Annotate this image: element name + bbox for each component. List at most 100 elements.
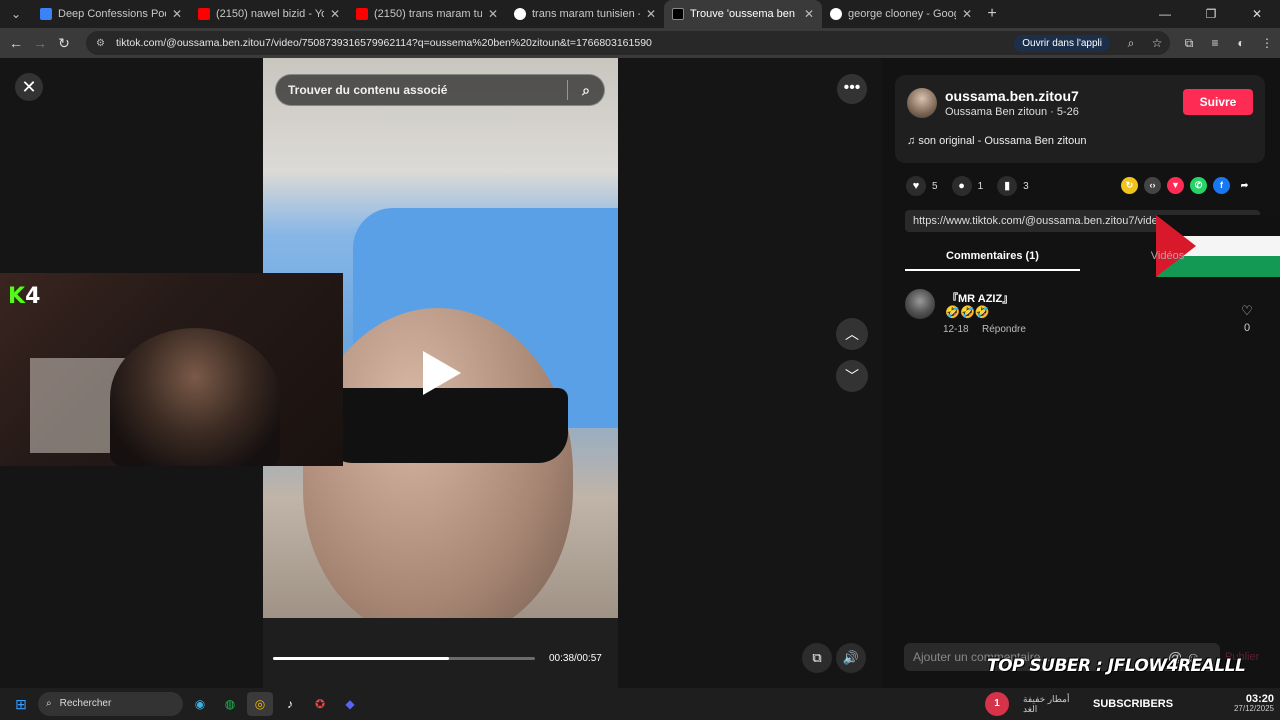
close-tab-icon[interactable]: ✕ — [488, 7, 498, 21]
reload-icon[interactable]: ↻ — [52, 35, 76, 52]
spotify-icon[interactable]: ◍ — [217, 692, 243, 716]
video-progress-bar[interactable] — [273, 657, 535, 660]
media-icon[interactable]: ≡ — [1202, 36, 1228, 50]
author-subtitle: Oussama Ben zitoun · 5-26 — [945, 106, 1079, 118]
back-arrow-icon[interactable]: ← — [4, 35, 28, 51]
tab-title: (2150) trans maram tunisien - Y — [374, 8, 482, 20]
address-bar-row: ← → ↻ ⚙ tiktok.com/@oussama.ben.zitou7/v… — [0, 28, 1280, 58]
related-search-input[interactable]: Trouver du contenu associé ⌕ — [275, 74, 605, 106]
close-tab-icon[interactable]: ✕ — [646, 7, 656, 21]
close-tab-icon[interactable]: ✕ — [330, 7, 340, 21]
discord-icon[interactable]: ◆ — [337, 692, 363, 716]
notification-badge[interactable]: 1 — [985, 692, 1009, 716]
subscribers-label: SUBSCRIBERS — [1093, 698, 1174, 710]
tab-3[interactable]: (2150) trans maram tunisien - Y ✕ — [348, 0, 506, 28]
taskbar-search[interactable]: ⌕ Rechercher — [38, 692, 183, 716]
youtube-icon — [198, 8, 210, 20]
tab-list-chevron-icon[interactable]: ⌄ — [4, 4, 28, 24]
picture-in-picture-icon[interactable]: ⧉ — [802, 643, 832, 673]
send-to-friends-icon[interactable]: ▼ — [1167, 177, 1184, 194]
embed-icon[interactable]: ‹› — [1144, 177, 1161, 194]
stream-overlay-top-suber: TOP SUBER : JFLOW4REALLL — [987, 656, 1246, 676]
commenter-avatar[interactable] — [905, 289, 935, 319]
tab-2[interactable]: (2150) nawel bizid - YouTube ✕ — [190, 0, 348, 28]
video-frame-sunglasses — [323, 388, 568, 463]
music-title: son original - Oussama Ben zitoun — [918, 135, 1087, 147]
volume-icon[interactable]: 🔊 — [836, 643, 866, 673]
play-icon[interactable] — [423, 351, 461, 395]
zoom-icon[interactable]: ⌕ — [1118, 36, 1144, 51]
clock-date: 27/12/2025 — [1233, 704, 1274, 713]
next-video-chevron-down-icon[interactable]: ﹀ — [836, 360, 868, 392]
minimize-icon[interactable]: — — [1142, 0, 1188, 28]
windows-taskbar: ⊞ ⌕ Rechercher ◉ ◍ ◎ ♪ ✪ ◆ 1 أمطار خفيفة … — [0, 688, 1280, 720]
tab-5-active[interactable]: Trouve 'oussema ben zitoun' su ✕ — [664, 0, 822, 28]
windows-start-icon[interactable]: ⊞ — [4, 696, 38, 713]
comment-stat[interactable]: ● 1 — [951, 176, 983, 196]
comment-heart-icon[interactable]: ♡ — [1237, 303, 1257, 319]
bookmark-star-icon[interactable]: ☆ — [1144, 36, 1170, 50]
share-arrow-icon[interactable]: ➦ — [1236, 177, 1253, 194]
kick-logo: K4 — [8, 284, 40, 309]
search-icon: ⌕ — [46, 698, 52, 709]
author-username[interactable]: oussama.ben.zitou7 — [945, 88, 1079, 104]
extensions-icon[interactable]: ⧉ — [1176, 36, 1202, 51]
tab-6[interactable]: george clooney - Google Searc ✕ — [822, 0, 980, 28]
save-count: 3 — [1023, 180, 1029, 192]
tab-1[interactable]: Deep Confessions Podcast | Bal ✕ — [32, 0, 190, 28]
previous-video-chevron-up-icon[interactable]: ︿ — [836, 318, 868, 350]
video-time: 00:38/00:57 — [549, 653, 602, 664]
kick-badge-number: 4 — [25, 284, 41, 309]
author-avatar[interactable] — [907, 88, 937, 118]
search-icon[interactable]: ⌕ — [568, 82, 604, 99]
site-info-icon[interactable]: ⚙ — [96, 38, 108, 49]
streamer-webcam: K4 — [0, 273, 343, 466]
bookmark-icon: ▮ — [997, 176, 1018, 196]
close-tab-icon[interactable]: ✕ — [804, 7, 814, 21]
browser-menu-icon[interactable]: ⋮ — [1254, 36, 1280, 50]
tab-comments[interactable]: Commentaires (1) — [905, 243, 1080, 271]
new-tab-plus-icon[interactable]: + — [980, 5, 1004, 23]
commenter-name[interactable]: 『MR AZIZ』 — [947, 290, 1013, 306]
comment-text: 🤣🤣🤣 — [945, 305, 990, 319]
tiktok-icon — [672, 8, 684, 20]
weather-widget[interactable]: أمطار خفيفة الغد — [1023, 694, 1083, 714]
chrome-icon[interactable]: ◎ — [247, 692, 273, 716]
tab-4[interactable]: trans maram tunisien - Googl ✕ — [506, 0, 664, 28]
system-clock[interactable]: 03:20 27/12/2025 — [1234, 694, 1274, 714]
comment-bubble-icon: ● — [951, 176, 972, 196]
tab-title: trans maram tunisien - Googl — [532, 8, 640, 20]
edge-icon[interactable]: ◉ — [187, 692, 213, 716]
reply-button[interactable]: Répondre — [982, 324, 1026, 335]
open-in-app-button[interactable]: Ouvrir dans l'appli — [1014, 34, 1110, 52]
repost-icon[interactable]: ↻ — [1121, 177, 1138, 194]
restore-icon[interactable]: ❐ — [1188, 0, 1234, 28]
tab-title: Trouve 'oussema ben zitoun' su — [690, 8, 798, 20]
close-tab-icon[interactable]: ✕ — [962, 7, 972, 21]
tab-videos[interactable]: Vidéos — [1080, 243, 1255, 271]
comment-item: 『MR AZIZ』 🤣🤣🤣 12-18 Répondre ♡ 0 — [905, 287, 1260, 347]
profile-icon[interactable]: ◐ — [1228, 36, 1254, 50]
whatsapp-icon[interactable]: ✆ — [1190, 177, 1207, 194]
progress-fill — [273, 657, 449, 660]
like-count: 5 — [932, 180, 938, 192]
tab-title: Deep Confessions Podcast | Bal — [58, 8, 166, 20]
tiktok-app-icon[interactable]: ♪ — [277, 692, 303, 716]
close-window-icon[interactable]: ✕ — [1234, 0, 1280, 28]
video-details-panel: oussama.ben.zitou7 Oussama Ben zitoun · … — [882, 58, 1280, 688]
more-options-icon[interactable]: ••• — [837, 74, 867, 104]
url-field[interactable]: ⚙ tiktok.com/@oussama.ben.zitou7/video/7… — [86, 31, 1170, 55]
tab-favicon — [40, 8, 52, 20]
like-stat[interactable]: ♥ 5 — [906, 176, 938, 196]
music-link[interactable]: ♫ son original - Oussama Ben zitoun — [907, 135, 1086, 147]
close-icon[interactable]: ✕ — [15, 73, 43, 101]
app-icon[interactable]: ✪ — [307, 692, 333, 716]
author-card: oussama.ben.zitou7 Oussama Ben zitoun · … — [895, 75, 1265, 163]
close-tab-icon[interactable]: ✕ — [172, 7, 182, 21]
facebook-icon[interactable]: f — [1213, 177, 1230, 194]
forward-arrow-icon[interactable]: → — [28, 35, 52, 51]
follow-button[interactable]: Suivre — [1183, 89, 1253, 115]
save-stat[interactable]: ▮ 3 — [997, 176, 1029, 196]
taskbar-tray: 1 أمطار خفيفة الغد SUBSCRIBERS 03:20 27/… — [985, 688, 1280, 720]
browser-tabbar: ⌄ Deep Confessions Podcast | Bal ✕ (2150)… — [0, 0, 1280, 28]
